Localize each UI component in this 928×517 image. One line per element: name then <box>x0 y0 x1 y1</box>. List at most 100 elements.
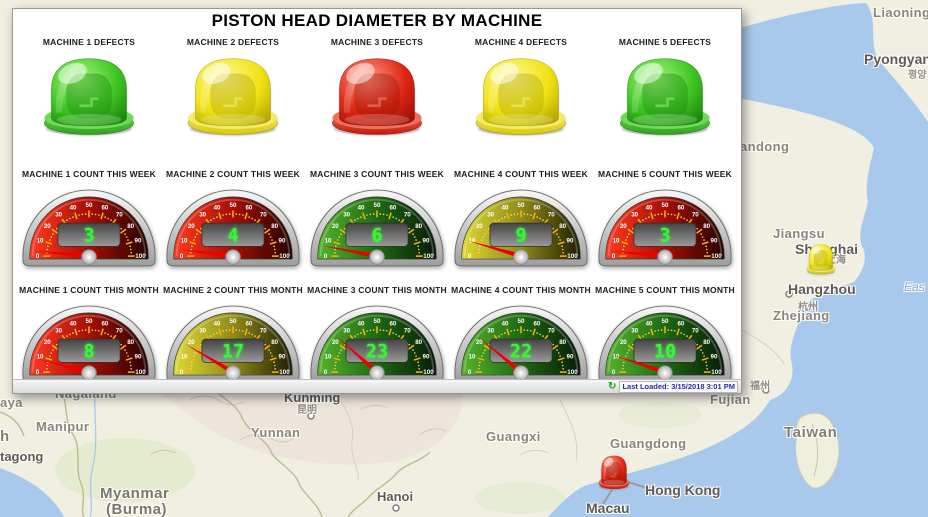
svg-text:60: 60 <box>677 320 684 327</box>
svg-text:10: 10 <box>325 237 332 244</box>
svg-text:30: 30 <box>631 328 638 335</box>
week-gauge-label: MACHINE 5 COUNT THIS WEEK <box>598 169 732 179</box>
defect-cell-1: MACHINE 1 DEFECTS <box>41 37 137 142</box>
svg-text:90: 90 <box>567 237 574 244</box>
defect-cell-5: MACHINE 5 DEFECTS <box>617 37 713 142</box>
gauge-value: 17 <box>222 342 244 363</box>
led-indicator-green[interactable] <box>617 50 713 142</box>
led-indicator-red[interactable] <box>329 50 425 142</box>
svg-text:0: 0 <box>612 369 616 376</box>
led-lamp <box>617 50 713 137</box>
svg-text:20: 20 <box>332 223 339 230</box>
week-gauge-cell-5: MACHINE 5 COUNT THIS WEEK 010203040506070… <box>597 169 733 270</box>
svg-text:90: 90 <box>279 353 286 360</box>
defect-label: MACHINE 1 DEFECTS <box>43 37 135 47</box>
month-gauge-cell-3: MACHINE 3 COUNT THIS MONTH01020304050607… <box>307 285 447 386</box>
svg-text:80: 80 <box>559 223 566 230</box>
defect-label: MACHINE 3 DEFECTS <box>331 37 423 47</box>
svg-text:70: 70 <box>260 328 267 335</box>
svg-text:100: 100 <box>423 253 434 260</box>
led-lamp <box>329 50 425 137</box>
gauge-dial[interactable]: 01020304050607080901003 <box>597 182 733 270</box>
svg-text:40: 40 <box>358 204 365 211</box>
svg-text:80: 80 <box>271 339 278 346</box>
svg-text:50: 50 <box>518 318 525 325</box>
svg-text:90: 90 <box>135 353 142 360</box>
svg-text:80: 80 <box>703 339 710 346</box>
defect-label: MACHINE 5 DEFECTS <box>619 37 711 47</box>
svg-text:0: 0 <box>468 253 472 260</box>
status-bar: ↻ Last Loaded: 3/15/2018 3:01 PM <box>13 379 741 393</box>
gauge-dial[interactable]: 01020304050607080901004 <box>165 182 301 270</box>
gauge-value: 3 <box>83 226 94 247</box>
svg-text:90: 90 <box>423 353 430 360</box>
svg-text:70: 70 <box>692 328 699 335</box>
map-led-shanghai-alert-led[interactable] <box>806 241 836 280</box>
svg-text:70: 70 <box>548 212 555 219</box>
gauge-pivot <box>514 250 529 265</box>
svg-text:80: 80 <box>415 339 422 346</box>
svg-text:100: 100 <box>279 369 290 376</box>
svg-text:30: 30 <box>487 212 494 219</box>
gauge-value: 4 <box>227 226 238 247</box>
svg-text:60: 60 <box>101 204 108 211</box>
week-gauges-row: MACHINE 1 COUNT THIS WEEK010203040506070… <box>17 169 737 270</box>
svg-text:90: 90 <box>279 237 286 244</box>
led-indicator-yellow[interactable] <box>473 50 569 142</box>
svg-text:30: 30 <box>631 212 638 219</box>
svg-text:20: 20 <box>44 223 51 230</box>
week-gauge-cell-1: MACHINE 1 COUNT THIS WEEK010203040506070… <box>21 169 157 270</box>
svg-text:0: 0 <box>180 369 184 376</box>
svg-text:50: 50 <box>230 318 237 325</box>
svg-text:100: 100 <box>711 369 722 376</box>
dashboard-panel: PISTON HEAD DIAMETER BY MACHINE MACHINE … <box>12 8 742 394</box>
svg-text:70: 70 <box>116 328 123 335</box>
svg-text:0: 0 <box>36 369 40 376</box>
gauge-dial[interactable]: 010203040506070809010023 <box>309 298 445 386</box>
gauge-dial[interactable]: 010203040506070809010017 <box>165 298 301 386</box>
svg-text:0: 0 <box>468 369 472 376</box>
gauge-value: 9 <box>515 226 526 247</box>
svg-text:0: 0 <box>324 253 328 260</box>
month-gauge-label: MACHINE 2 COUNT THIS MONTH <box>163 285 303 295</box>
svg-text:60: 60 <box>533 204 540 211</box>
gauge-value: 10 <box>654 342 676 363</box>
led-lamp <box>41 50 137 137</box>
gauge-dial[interactable]: 01020304050607080901003 <box>21 182 157 270</box>
led-indicator-yellow[interactable] <box>185 50 281 142</box>
svg-text:10: 10 <box>469 353 476 360</box>
svg-text:100: 100 <box>567 369 578 376</box>
gauge-dial[interactable]: 01020304050607080901009 <box>453 182 589 270</box>
gauge-dial[interactable]: 010203040506070809010010 <box>597 298 733 386</box>
gauge-dial[interactable]: 010203040506070809010022 <box>453 298 589 386</box>
svg-text:90: 90 <box>423 237 430 244</box>
gauge-pivot <box>82 250 97 265</box>
week-gauge-label: MACHINE 3 COUNT THIS WEEK <box>310 169 444 179</box>
gauge-dial[interactable]: 01020304050607080901008 <box>21 298 157 386</box>
map-led-hongkong-alert-led[interactable] <box>598 452 630 495</box>
refresh-icon[interactable]: ↻ <box>608 382 616 392</box>
gauge-pivot <box>226 250 241 265</box>
svg-text:80: 80 <box>271 223 278 230</box>
svg-text:40: 40 <box>502 320 509 327</box>
week-gauge-label: MACHINE 2 COUNT THIS WEEK <box>166 169 300 179</box>
gauge-dial[interactable]: 01020304050607080901006 <box>309 182 445 270</box>
svg-text:30: 30 <box>55 212 62 219</box>
svg-text:50: 50 <box>662 202 669 209</box>
svg-text:90: 90 <box>135 237 142 244</box>
svg-text:30: 30 <box>343 328 350 335</box>
svg-text:40: 40 <box>70 204 77 211</box>
svg-text:100: 100 <box>567 253 578 260</box>
defects-row: MACHINE 1 DEFECTSMACHINE 2 DEFECTSMACHIN… <box>17 37 737 142</box>
svg-text:100: 100 <box>423 369 434 376</box>
svg-text:50: 50 <box>662 318 669 325</box>
month-gauge-label: MACHINE 1 COUNT THIS MONTH <box>19 285 159 295</box>
led-indicator-green[interactable] <box>41 50 137 142</box>
svg-text:10: 10 <box>325 353 332 360</box>
svg-text:50: 50 <box>86 318 93 325</box>
svg-text:10: 10 <box>613 353 620 360</box>
led-lamp <box>598 452 630 490</box>
svg-text:60: 60 <box>245 320 252 327</box>
week-gauge-cell-3: MACHINE 3 COUNT THIS WEEK010203040506070… <box>309 169 445 270</box>
gauge-value: 8 <box>83 342 94 363</box>
